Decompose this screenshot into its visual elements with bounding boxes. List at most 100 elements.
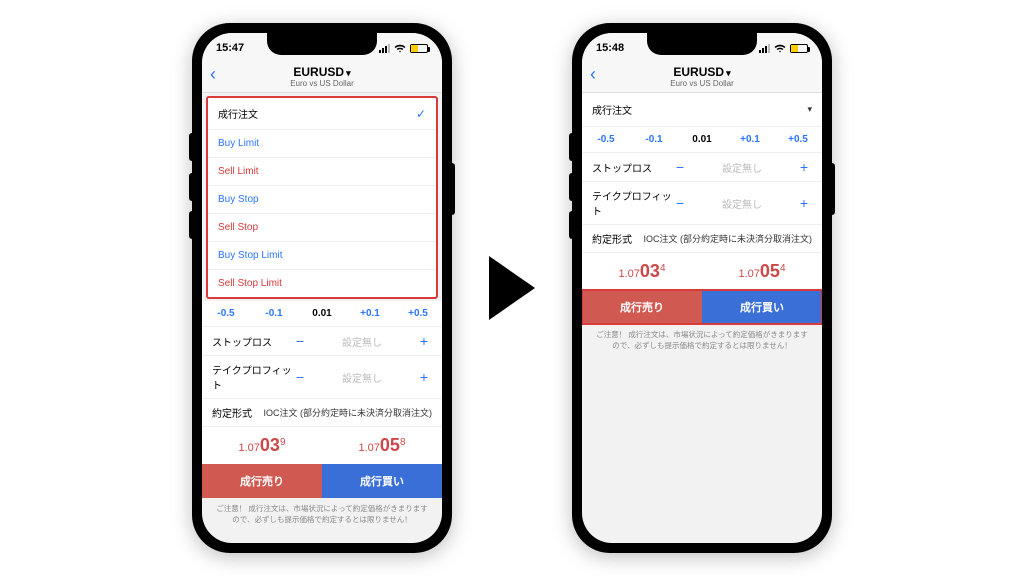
symbol-text: EURUSD: [673, 65, 724, 79]
price-row: 1.07034 1.07054: [582, 253, 822, 290]
quantity-stepper[interactable]: -0.5 -0.1 0.01 +0.1 +0.5: [202, 301, 442, 327]
status-icons: [759, 44, 808, 53]
symbol-subtitle: Euro vs US Dollar: [212, 79, 432, 88]
notch: [267, 33, 377, 55]
order-type-option-label: Sell Stop: [218, 222, 258, 233]
qty-plus-01[interactable]: +0.1: [346, 301, 394, 326]
minus-icon[interactable]: −: [672, 195, 688, 211]
fill-policy-label: 約定形式: [592, 231, 632, 246]
order-type-option[interactable]: Sell Stop: [208, 214, 436, 242]
screen: 15:48 ‹ EURUSD▾ Euro vs US Dollar 成行注文 ▾: [582, 33, 822, 543]
sl-value[interactable]: 設定無し: [688, 160, 796, 175]
fill-policy-label: 約定形式: [212, 405, 252, 420]
price-row: 1.07039 1.07058: [202, 427, 442, 464]
plus-icon[interactable]: +: [796, 195, 812, 211]
bid-price: 1.07039: [202, 427, 322, 464]
tp-label: テイクプロフィット: [592, 188, 672, 218]
qty-minus-05[interactable]: -0.5: [582, 127, 630, 152]
check-icon: ✓: [416, 107, 426, 121]
back-button[interactable]: ‹: [590, 65, 596, 83]
warning-note: ご注意！ 成行注文は、市場状況によって約定価格がきまりますので、必ずしも提示価格…: [582, 324, 822, 357]
warning-note: ご注意！ 成行注文は、市場状況によって約定価格がきまりますので、必ずしも提示価格…: [202, 498, 442, 531]
screen: 15:47 ‹ EURUSD▾ Euro vs US Dollar 成行注文 ✓ B…: [202, 33, 442, 543]
symbol-title[interactable]: EURUSD▾: [212, 65, 432, 79]
wifi-icon: [394, 44, 406, 53]
sl-value[interactable]: 設定無し: [308, 334, 416, 349]
arrow-icon: [489, 256, 535, 320]
wifi-icon: [774, 44, 786, 53]
status-icons: [379, 44, 428, 53]
battery-icon: [410, 44, 428, 53]
order-type-selector[interactable]: 成行注文 ▾: [582, 93, 822, 127]
ask-price: 1.07058: [322, 427, 442, 464]
minus-icon[interactable]: −: [672, 159, 688, 175]
trade-buttons: 成行売り 成行買い: [582, 290, 822, 324]
order-type-option-label: Sell Stop Limit: [218, 278, 282, 289]
qty-plus-05[interactable]: +0.5: [394, 301, 442, 326]
phone-right: 15:48 ‹ EURUSD▾ Euro vs US Dollar 成行注文 ▾: [572, 23, 832, 553]
order-type-option-label: Buy Stop Limit: [218, 250, 282, 261]
trade-buttons: 成行売り 成行買い: [202, 464, 442, 498]
back-button[interactable]: ‹: [210, 65, 216, 83]
symbol-title[interactable]: EURUSD▾: [592, 65, 812, 79]
notch: [647, 33, 757, 55]
qty-plus-01[interactable]: +0.1: [726, 127, 774, 152]
clock: 15:47: [216, 42, 244, 54]
order-type-menu: 成行注文 ✓ Buy Limit Sell Limit Buy Stop Sell Sto…: [206, 96, 438, 299]
sell-button[interactable]: 成行売り: [202, 464, 322, 498]
order-type-option[interactable]: Sell Limit: [208, 158, 436, 186]
plus-icon[interactable]: +: [416, 369, 432, 385]
chevron-down-icon: ▾: [726, 68, 731, 78]
order-type-value: 成行注文: [592, 102, 632, 117]
minus-icon[interactable]: −: [292, 369, 308, 385]
order-type-option[interactable]: Buy Limit: [208, 130, 436, 158]
plus-icon[interactable]: +: [416, 333, 432, 349]
chevron-down-icon: ▾: [346, 68, 351, 78]
nav-header: ‹ EURUSD▾ Euro vs US Dollar: [582, 63, 822, 93]
sell-button[interactable]: 成行売り: [582, 290, 702, 324]
qty-minus-01[interactable]: -0.1: [250, 301, 298, 326]
order-type-option[interactable]: Buy Stop Limit: [208, 242, 436, 270]
clock: 15:48: [596, 42, 624, 54]
signal-icon: [759, 44, 770, 53]
take-profit-row[interactable]: テイクプロフィット − 設定無し +: [202, 356, 442, 399]
quantity-stepper[interactable]: -0.5 -0.1 0.01 +0.1 +0.5: [582, 127, 822, 153]
qty-plus-05[interactable]: +0.5: [774, 127, 822, 152]
bid-price: 1.07034: [582, 253, 702, 290]
phone-left: 15:47 ‹ EURUSD▾ Euro vs US Dollar 成行注文 ✓ B…: [192, 23, 452, 553]
tp-value[interactable]: 設定無し: [308, 370, 416, 385]
take-profit-row[interactable]: テイクプロフィット − 設定無し +: [582, 182, 822, 225]
qty-minus-05[interactable]: -0.5: [202, 301, 250, 326]
order-type-option-label: Buy Limit: [218, 138, 259, 149]
qty-minus-01[interactable]: -0.1: [630, 127, 678, 152]
order-type-option-label: 成行注文: [218, 106, 258, 121]
battery-icon: [790, 44, 808, 53]
sl-label: ストップロス: [592, 160, 672, 175]
nav-header: ‹ EURUSD▾ Euro vs US Dollar: [202, 63, 442, 93]
ask-price: 1.07054: [702, 253, 822, 290]
chevron-down-icon: ▾: [807, 104, 812, 115]
fill-policy-value: IOC注文 (部分約定時に未決済分取消注文): [264, 406, 433, 419]
order-type-option[interactable]: Buy Stop: [208, 186, 436, 214]
stop-loss-row[interactable]: ストップロス − 設定無し +: [582, 153, 822, 182]
symbol-text: EURUSD: [293, 65, 344, 79]
order-type-option-label: Sell Limit: [218, 166, 259, 177]
qty-current[interactable]: 0.01: [298, 301, 346, 326]
buy-button[interactable]: 成行買い: [322, 464, 442, 498]
fill-policy-value: IOC注文 (部分約定時に未決済分取消注文): [644, 232, 813, 245]
sl-label: ストップロス: [212, 334, 292, 349]
tp-label: テイクプロフィット: [212, 362, 292, 392]
order-type-option-label: Buy Stop: [218, 194, 259, 205]
order-type-option[interactable]: Sell Stop Limit: [208, 270, 436, 297]
minus-icon[interactable]: −: [292, 333, 308, 349]
order-type-option[interactable]: 成行注文 ✓: [208, 98, 436, 130]
qty-current[interactable]: 0.01: [678, 127, 726, 152]
fill-policy-row[interactable]: 約定形式 IOC注文 (部分約定時に未決済分取消注文): [202, 399, 442, 427]
plus-icon[interactable]: +: [796, 159, 812, 175]
stop-loss-row[interactable]: ストップロス − 設定無し +: [202, 327, 442, 356]
signal-icon: [379, 44, 390, 53]
fill-policy-row[interactable]: 約定形式 IOC注文 (部分約定時に未決済分取消注文): [582, 225, 822, 253]
symbol-subtitle: Euro vs US Dollar: [592, 79, 812, 88]
buy-button[interactable]: 成行買い: [702, 290, 822, 324]
tp-value[interactable]: 設定無し: [688, 196, 796, 211]
